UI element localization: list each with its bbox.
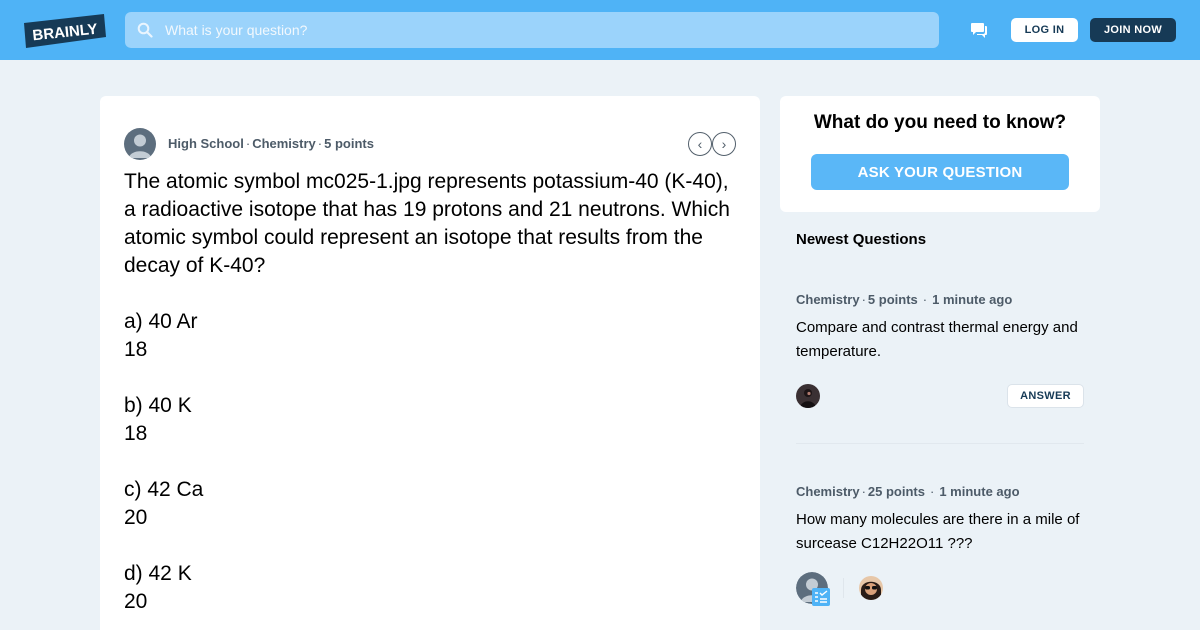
join-now-button[interactable]: JOIN NOW [1090,18,1176,42]
search-input[interactable] [165,12,925,48]
avatar[interactable] [796,384,820,408]
question-text: The atomic symbol mc025-1.jpg represents… [124,170,730,613]
newest-question-item: Chemistry · 5 points · 1 minute ago Compare … [796,292,1084,422]
question-level[interactable]: High School [168,136,244,151]
brainly-logo[interactable]: BRAINLY [24,14,106,48]
newest-question-meta: Chemistry · 25 points · 1 minute ago [796,484,1020,499]
newest-question-subject[interactable]: Chemistry [796,484,860,499]
user-photo-avatar [859,576,883,600]
asker-avatar[interactable] [124,128,156,160]
newest-question-item: Chemistry · 25 points · 1 minute ago How man… [796,484,1084,614]
search-bar[interactable] [125,12,939,48]
answer-button[interactable]: ANSWER [1007,384,1084,408]
avatar[interactable] [859,576,883,600]
top-bar: BRAINLY LOG IN JOIN NOW [0,0,1200,60]
newest-question-text[interactable]: How many molecules are there in a mile o… [796,508,1084,556]
newest-question-points: 5 points [867,292,918,307]
newest-questions-heading: Newest Questions [796,231,927,248]
chevron-left-icon: ‹ [697,136,703,152]
question-card: High School · Chemistry · 5 points ‹ › The a… [100,96,760,630]
default-avatar-icon [129,134,151,158]
newest-question-time: 1 minute ago [932,292,1013,307]
verified-badge-icon [812,588,830,606]
search-icon [137,22,153,38]
newest-question-meta: Chemistry · 5 points · 1 minute ago [796,292,1013,307]
newest-question-text[interactable]: Compare and contrast thermal energy and … [796,316,1084,364]
question-meta: High School · Chemistry · 5 points [168,136,374,151]
next-question-button[interactable]: › [712,132,736,156]
newest-question-time: 1 minute ago [939,484,1020,499]
question-subject[interactable]: Chemistry [252,136,316,151]
ask-question-card: What do you need to know? ASK YOUR QUEST… [780,96,1100,212]
login-button[interactable]: LOG IN [1011,18,1078,42]
user-photo-avatar [796,384,820,408]
newest-question-subject[interactable]: Chemistry [796,292,860,307]
ask-title: What do you need to know? [813,112,1067,133]
chevron-right-icon: › [721,136,727,152]
newest-question-points: 25 points [867,484,925,499]
ask-question-button[interactable]: ASK YOUR QUESTION [811,154,1069,190]
previous-question-button[interactable]: ‹ [688,132,712,156]
question-points: 5 points [324,136,374,151]
divider [796,443,1084,444]
avatar-separator [843,578,844,598]
messages-icon[interactable] [969,20,989,40]
